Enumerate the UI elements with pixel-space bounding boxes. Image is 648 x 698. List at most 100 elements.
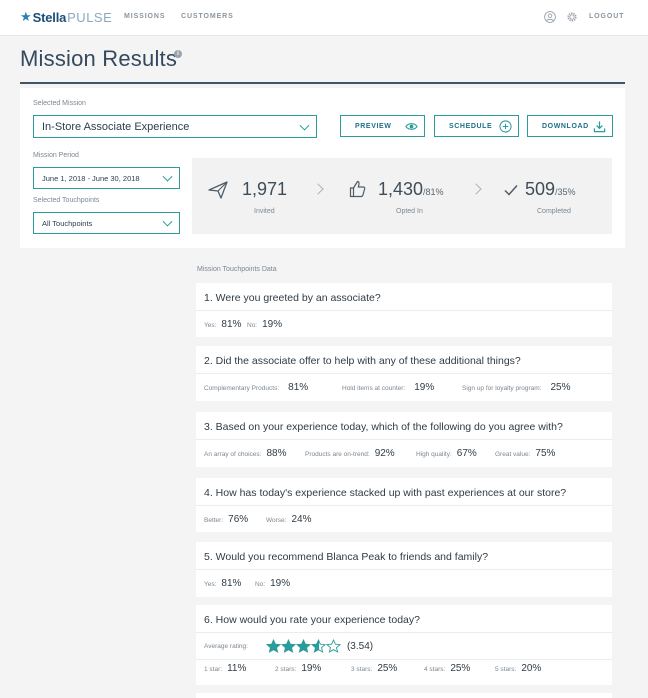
star-icon (295, 639, 311, 653)
star-icon (325, 639, 341, 653)
preview-button[interactable]: PREVIEW (340, 115, 425, 137)
mission-select[interactable]: In-Store Associate Experience (33, 115, 317, 138)
mission-stats: 1,971 Invited 1,430/81% Opted In 509/35%… (192, 158, 612, 234)
paper-plane-icon (208, 181, 228, 199)
info-icon[interactable]: i (174, 50, 182, 58)
question-card: 2. Did the associate offer to help with … (196, 346, 612, 401)
schedule-button-label: SCHEDULE (449, 122, 493, 130)
completed-stat: 509/35% (525, 179, 576, 200)
star-logo-icon: ★ (20, 9, 32, 24)
schedule-button[interactable]: SCHEDULE (434, 115, 519, 137)
answer-value: 11% (227, 663, 247, 674)
add-circle-icon (499, 119, 512, 133)
answer-stat: Yes: 81% (204, 319, 241, 330)
card-divider (196, 569, 612, 570)
answer-label: Complementary Products: (204, 385, 280, 392)
answer-label: 3 stars: (351, 666, 373, 673)
average-rating-value: (3.54) (346, 640, 374, 652)
answer-stat: Sign up for loyalty program: 25% (462, 382, 571, 393)
star-rating (265, 639, 341, 653)
mission-period-label: Mission Period (33, 152, 79, 159)
logo[interactable]: ★ Stella PULSE (20, 9, 112, 25)
invited-label: Invited (254, 208, 275, 215)
answer-stat: 4 stars: 25% (424, 663, 470, 674)
answer-stat: 1 star: 11% (204, 663, 246, 674)
answer-stat: Great value: 75% (495, 448, 555, 459)
opted-in-stat: 1,430/81% (378, 179, 444, 200)
answer-stat: Better: 76% (204, 514, 248, 525)
answer-value: 19% (301, 663, 322, 674)
answer-label: Hold items at counter: (342, 385, 406, 392)
preview-button-label: PREVIEW (355, 122, 392, 130)
question-card: 1. Were you greeted by an associate? Yes… (196, 283, 612, 337)
answer-value: 81% (221, 319, 242, 330)
selected-touchpoints-label: Selected Touchpoints (33, 197, 100, 204)
chevron-down-icon (299, 120, 310, 131)
selected-mission-label: Selected Mission (33, 100, 86, 107)
completed-percent: /35% (555, 187, 576, 197)
answer-label: Products are on-trend: (305, 451, 370, 458)
answer-label: 1 star: (204, 666, 223, 673)
answer-value: 92% (374, 448, 395, 459)
answer-stat: No: 19% (247, 319, 282, 330)
average-rating-label: Average rating: (204, 642, 248, 650)
card-divider (196, 505, 612, 506)
answer-stat: Hold items at counter: 19% (342, 382, 434, 393)
answer-value: 20% (521, 663, 542, 674)
period-select[interactable]: June 1, 2018 - June 30, 2018 (33, 167, 180, 189)
user-icon[interactable] (544, 11, 556, 23)
answer-stat: Complementary Products: 81% (204, 382, 308, 393)
logo-brand: Stella (32, 9, 67, 25)
star-icon (280, 639, 296, 653)
answer-label: 5 stars: (495, 666, 517, 673)
logo-suffix: PULSE (67, 9, 113, 25)
answer-label: Yes: (204, 581, 217, 588)
answer-stat: An array of choices: 88% (204, 448, 286, 459)
touchpoints-select[interactable]: All Touchpoints (33, 212, 180, 234)
mission-summary-panel: Selected Mission In-Store Associate Expe… (20, 88, 625, 248)
question-card (196, 693, 612, 698)
question-text: 1. Were you greeted by an associate? (204, 292, 381, 304)
answer-label: No: (247, 322, 258, 329)
download-button[interactable]: DOWNLOAD (527, 115, 613, 137)
answer-stat: High quality: 67% (416, 448, 477, 459)
download-icon (593, 120, 606, 132)
answer-value: 19% (270, 578, 291, 589)
answer-stat: No: 19% (255, 578, 290, 589)
opted-in-percent: /81% (423, 187, 444, 197)
answer-value: 19% (414, 382, 435, 393)
answer-label: 2 stars: (275, 666, 297, 673)
answer-stat: 5 stars: 20% (495, 663, 541, 674)
logout-link[interactable]: LOGOUT (589, 13, 624, 20)
question-text: 2. Did the associate offer to help with … (204, 355, 521, 367)
answer-label: Sign up for loyalty program: (462, 385, 542, 392)
answer-stat: Worse: 24% (266, 514, 311, 525)
nav-missions-link[interactable]: MISSIONS (124, 13, 165, 20)
eye-icon (405, 122, 418, 130)
answer-value: 75% (535, 448, 556, 459)
star-icon (310, 639, 326, 653)
answer-value: 81% (221, 578, 242, 589)
answer-value: 81% (288, 382, 309, 393)
completed-count: 509 (525, 179, 556, 199)
page-title: Mission Results (20, 46, 178, 71)
card-divider (196, 659, 612, 660)
question-card: 4. How has today's experience stacked up… (196, 478, 612, 532)
gear-icon[interactable] (566, 11, 578, 23)
answer-label: 4 stars: (424, 666, 446, 673)
card-divider (196, 310, 612, 311)
question-text: 6. How would you rate your experience to… (204, 614, 420, 626)
answer-stat: Yes: 81% (204, 578, 241, 589)
answer-label: No: (255, 581, 266, 588)
question-card: 6. How would you rate your experience to… (196, 605, 612, 685)
thumbs-up-icon (349, 180, 366, 198)
touchpoints-select-value: All Touchpoints (42, 218, 93, 228)
question-card: 3. Based on your experience today, which… (196, 412, 612, 467)
card-divider (196, 632, 612, 633)
answer-value: 25% (550, 382, 571, 393)
nav-customers-link[interactable]: CUSTOMERS (181, 13, 234, 20)
average-rating-row: Average rating: (3.54) (204, 639, 373, 653)
answer-value: 25% (450, 663, 471, 674)
answer-value: 88% (266, 448, 287, 459)
answer-stat: Products are on-trend: 92% (305, 448, 395, 459)
